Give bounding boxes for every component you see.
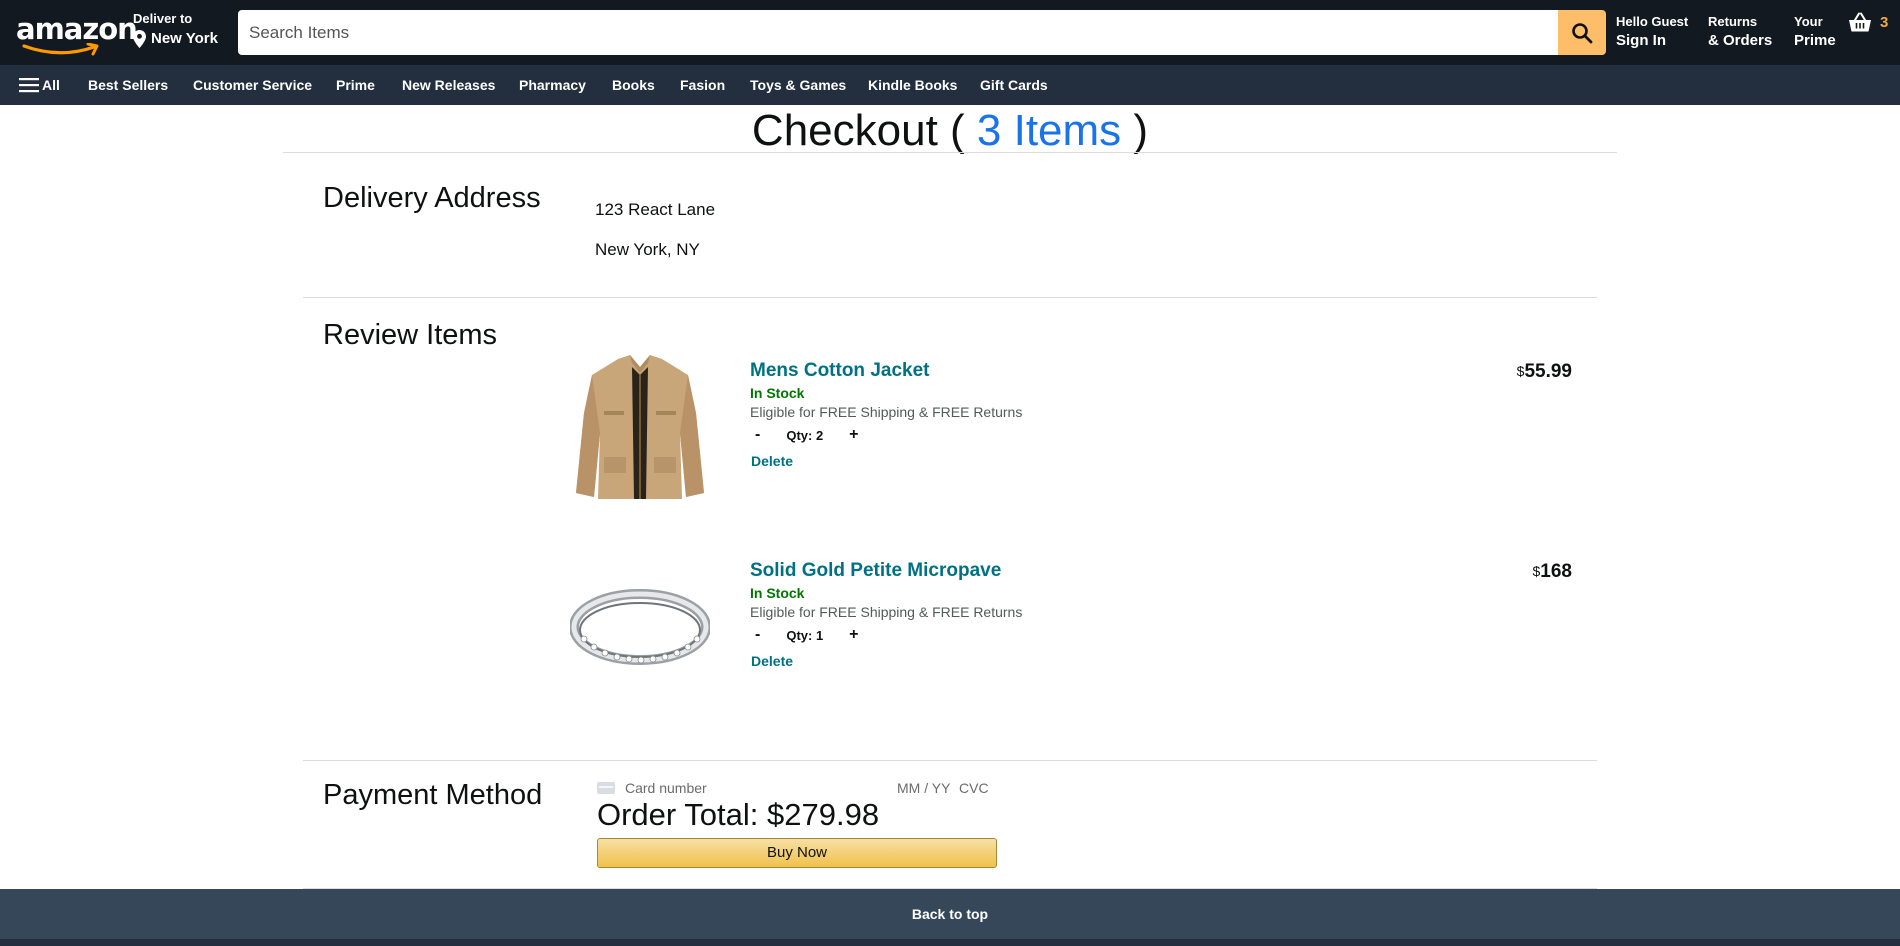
nav-best-sellers[interactable]: Best Sellers [88,65,168,105]
address-line-2: New York, NY [595,240,700,259]
signin-option[interactable]: Hello Guest Sign In [1616,13,1688,51]
basket-icon [1849,12,1871,32]
checkout-title-suffix: ) [1121,106,1149,155]
item-title[interactable]: Solid Gold Petite Micropave [750,560,1001,582]
item-stock: In Stock [750,385,805,401]
item-stock: In Stock [750,585,805,601]
hamburger-menu-icon [19,78,39,93]
nav-toys-games[interactable]: Toys & Games [750,65,846,105]
nav-kindle-books[interactable]: Kindle Books [868,65,957,105]
nav-prime[interactable]: Prime [336,65,375,105]
jacket-image [576,355,704,499]
ring-image [570,589,710,665]
returns-label: Returns [1708,14,1758,29]
checkout-title: Checkout ( 3 Items ) [0,106,1900,156]
buy-now-button[interactable]: Buy Now [597,838,997,868]
card-expiry-field[interactable]: MM / YY [897,780,959,796]
review-divider [303,760,1597,761]
all-menu-button[interactable]: All [19,65,60,105]
nav-pharmacy[interactable]: Pharmacy [519,65,586,105]
deliver-label: Deliver to [133,11,193,26]
decrease-qty-button[interactable]: - [751,626,764,644]
payment-method-heading: Payment Method [323,779,543,811]
checkout-item-count: 3 Items [976,106,1122,155]
back-to-top-label: Back to top [911,906,989,922]
nav-gift-cards[interactable]: Gift Cards [980,65,1048,105]
decrease-qty-button[interactable]: - [751,426,764,444]
deliver-to[interactable]: Deliver to New York [133,11,218,49]
nav-customer-service[interactable]: Customer Service [193,65,312,105]
price-value: 55.99 [1524,361,1572,382]
increase-qty-button[interactable]: + [845,626,862,644]
card-number-field[interactable]: Card number [625,780,897,796]
search-bar [238,10,1606,55]
logo-smile-icon [22,43,99,56]
signin-greeting: Hello Guest [1616,14,1689,29]
prime-option[interactable]: Your Prime [1794,13,1836,51]
all-menu-label: All [42,77,60,93]
item-price: $168 [1533,561,1573,583]
address-line-1: 123 React Lane [595,200,716,219]
qty-label: Qty: 2 [786,427,824,443]
top-header: amazon Deliver to New York Hello Guest S… [0,0,1900,65]
quantity-stepper: - Qty: 1 + [751,626,863,644]
checkout-title-prefix: Checkout ( [751,106,977,155]
item-eligibility: Eligible for FREE Shipping & FREE Return… [750,604,1023,620]
deliver-city: New York [151,30,218,47]
prime-label: Prime [1794,32,1836,49]
delete-item-button[interactable]: Delete [751,453,793,469]
credit-card-icon [597,782,615,794]
quantity-stepper: - Qty: 2 + [751,426,863,444]
item-title[interactable]: Mens Cotton Jacket [750,360,929,382]
delete-item-button[interactable]: Delete [751,653,793,669]
orders-label: & Orders [1708,32,1773,49]
item-price: $55.99 [1517,361,1572,383]
card-element[interactable]: Card number MM / YY CVC [597,780,997,796]
increase-qty-button[interactable]: + [845,426,862,444]
order-total: Order Total: $279.98 [597,797,880,832]
search-icon [1572,22,1593,43]
footer-strip [0,939,1900,946]
title-divider [283,152,1617,153]
price-value: 168 [1540,561,1572,582]
basket-button[interactable]: 3 [1848,12,1888,33]
location-pin-icon [133,30,146,48]
nav-fasion[interactable]: Fasion [680,65,725,105]
delivery-divider [303,297,1597,298]
search-button[interactable] [1558,10,1606,55]
basket-count: 3 [1880,14,1889,31]
logo-wordmark: amazon [16,12,138,46]
review-items-heading: Review Items [323,319,498,351]
card-cvc-field[interactable]: CVC [959,780,989,796]
item-eligibility: Eligible for FREE Shipping & FREE Return… [750,404,1023,420]
back-to-top-button[interactable]: Back to top [0,889,1900,946]
qty-label: Qty: 1 [786,627,824,643]
delivery-address-heading: Delivery Address [323,182,541,214]
nav-books[interactable]: Books [612,65,655,105]
signin-label: Sign In [1616,32,1666,49]
amazon-logo[interactable]: amazon [16,12,138,56]
returns-orders-option[interactable]: Returns & Orders [1708,13,1772,51]
sub-navigation: All Best Sellers Customer Service Prime … [0,65,1900,105]
search-input[interactable] [238,10,1558,55]
nav-new-releases[interactable]: New Releases [402,65,495,105]
prime-your-label: Your [1794,14,1823,29]
